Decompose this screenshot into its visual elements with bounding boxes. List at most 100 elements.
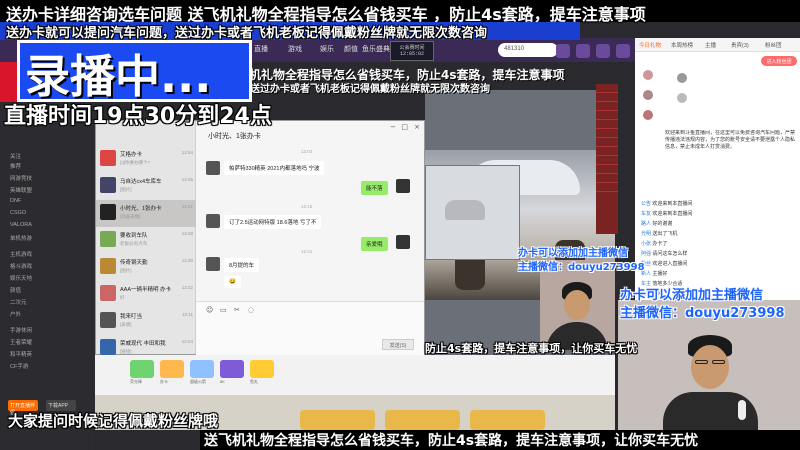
gift-glowstick-icon[interactable] [130, 360, 154, 378]
avatar[interactable] [677, 73, 687, 83]
tab-fans[interactable]: 粉丝团 [765, 41, 782, 49]
chat-pane: 小时光、1张办卡 − □ × 12:03 帕萨特330精英 2021内都落地吗 … [196, 121, 424, 356]
contact-time: 12:54 [181, 150, 193, 155]
avatar[interactable] [677, 93, 687, 103]
chat-icon[interactable]: ◌ [248, 306, 254, 314]
contact-item[interactable]: 传奇钢天勤 12:30 [图片] [96, 254, 196, 281]
promo-button[interactable] [470, 410, 545, 430]
avatar [206, 161, 220, 175]
nav-games[interactable]: 游戏 [288, 44, 302, 54]
message-input-area[interactable]: ☺ ▭ ✂ ◌ 发送(S) [196, 301, 424, 356]
headphone [738, 400, 746, 420]
avatar [100, 150, 116, 166]
recording-label: 录播中... [25, 50, 212, 103]
nav-live[interactable]: 直播 [254, 44, 268, 54]
follow-icon[interactable] [596, 44, 610, 58]
chat-message: 车友 欢迎来到本直播间 [641, 211, 693, 217]
contact-item[interactable]: 小时光、1张办卡 12:41 [动画表情] [96, 200, 196, 227]
avatar[interactable] [643, 110, 653, 120]
sidebar-item[interactable]: 网游竞技 [10, 174, 32, 182]
sidebar-item[interactable]: 手游休闲 [10, 326, 32, 334]
enter-fans-button[interactable]: 进入粉丝团 [761, 56, 797, 66]
sidebar-item[interactable]: 二次元 [10, 298, 27, 306]
contact-item[interactable]: 我来叮当 12:11 [表情] [96, 308, 196, 335]
gift-rocket-icon[interactable] [190, 360, 214, 378]
schedule-text: 直播时间19点30分到24点 [4, 104, 272, 129]
chat-message: 小张 办卡了 [641, 241, 668, 247]
message-bubble: 能不落 [361, 181, 388, 195]
avatar [206, 257, 220, 271]
sidebar-item[interactable]: 户外 [10, 310, 21, 318]
sidebar-item[interactable]: DNF [10, 198, 21, 204]
history-icon[interactable] [576, 44, 590, 58]
folder-icon[interactable]: ▭ [220, 306, 227, 314]
contact-name: 马自达cx4车库车 [120, 179, 162, 185]
contact-preview: [图片] [120, 268, 132, 273]
contact-preview: [表情] [120, 322, 132, 327]
sidebar-item[interactable]: 娱乐天地 [10, 274, 32, 282]
wechat-note-2: 主播微信：douyu273998 [518, 262, 645, 273]
ghost-sub-text: 送过办卡或者飞机老板记得佩戴粉丝牌就无限次数咨询 [250, 84, 490, 95]
tab-anchor[interactable]: 主播 [705, 41, 716, 49]
close-icon[interactable]: × [414, 123, 420, 131]
video-subtitle: 防止4s套路，提车注意事项，让你买车无忧 [425, 342, 638, 355]
tab-vip[interactable]: 贵宾(3) [731, 41, 749, 49]
sidebar-item[interactable]: CSGO [10, 210, 26, 216]
avatar[interactable] [643, 90, 653, 100]
contact-time: 12:04 [181, 339, 193, 344]
promo-button[interactable] [300, 410, 375, 430]
emoji-icon[interactable]: ☺ [206, 306, 213, 314]
maximize-icon[interactable]: □ [401, 123, 408, 131]
message-bubble: 订了2.5运动网特版 18.6落地 亏了不 [224, 215, 322, 229]
minimize-icon[interactable]: − [390, 123, 396, 131]
contact-item[interactable]: 艾格办卡 12:54 [3]你要办哪个? [96, 146, 196, 173]
sidebar-item[interactable]: VALORA [10, 222, 32, 228]
time-value: 12:05:02 [399, 51, 424, 57]
nav-festival[interactable]: 鱼乐盛典 [362, 44, 390, 54]
message-bubble: 亲爱哦 [361, 237, 388, 251]
promo-button[interactable] [385, 410, 460, 430]
contact-preview: 老板@有点鸟 [120, 241, 148, 246]
sidebar-item[interactable]: 颜值 [10, 286, 21, 294]
contact-item[interactable]: 马自达cx4车库车 12:46 [图片] [96, 173, 196, 200]
screen: { "overlay": { "top_banner": "送办卡详细咨询选车问… [0, 0, 800, 450]
gift-card-icon[interactable] [160, 360, 184, 378]
sidebar-item[interactable]: 王者荣耀 [10, 338, 32, 346]
message-icon[interactable] [556, 44, 570, 58]
contact-name: 艾格办卡 [120, 152, 143, 158]
wechat-note-4: 主播微信：douyu273998 [620, 306, 785, 321]
timestamp: 12:15 [301, 204, 313, 209]
contact-preview: 好 [120, 295, 125, 300]
gift-8k-icon[interactable] [220, 360, 244, 378]
sidebar-item[interactable]: 推荐 [10, 162, 21, 170]
tab-today-gifts[interactable]: 今日礼物 [639, 41, 661, 49]
tab-weekly[interactable]: 本周热榜 [671, 41, 693, 49]
sidebar-item[interactable]: 和平精英 [10, 350, 32, 358]
message-bubble: 8月提的车 [224, 258, 260, 272]
sidebar-item[interactable]: 格斗游戏 [10, 262, 32, 270]
wechat-window: 艾格办卡 12:54 [3]你要办哪个? 马自达cx4车库车 12:46 [图片… [95, 120, 425, 356]
search-input[interactable]: 481310 [498, 43, 558, 57]
download-icon[interactable] [616, 44, 630, 58]
sidebar-item[interactable]: 单机热游 [10, 234, 32, 242]
timestamp: 12:03 [301, 149, 313, 154]
nav-entertainment[interactable]: 娱乐 [320, 44, 334, 54]
scissors-icon[interactable]: ✂ [234, 306, 240, 314]
contact-item[interactable]: AAA一辆半精明 办卡 12:22 好 [96, 281, 196, 308]
chat-message: 光明 送出了飞机 [641, 231, 678, 237]
contact-preview: [3]你要办哪个? [120, 160, 151, 165]
sidebar-item[interactable]: 主机游戏 [10, 250, 32, 258]
avatar [100, 204, 116, 220]
avatar [100, 258, 116, 274]
avatar[interactable] [643, 70, 653, 80]
sidebar-item[interactable]: CF手游 [10, 362, 28, 370]
sidebar-item[interactable]: 英雄联盟 [10, 186, 32, 194]
gift-fishball-icon[interactable] [250, 360, 274, 378]
gift-bar: 荧光棒 办卡 超级火箭 8K 鱼丸 [95, 355, 615, 395]
send-button[interactable]: 发送(S) [382, 339, 414, 350]
sidebar-item[interactable]: 关注 [10, 152, 21, 160]
contact-time: 12:30 [181, 258, 193, 263]
contact-item[interactable]: 要收到车队 12:38 老板@有点鸟 [96, 227, 196, 254]
nav-beauty[interactable]: 颜值 [344, 44, 358, 54]
rank-tabs: 今日礼物 本周热榜 主播 贵宾(3) 粉丝团 [635, 38, 800, 52]
